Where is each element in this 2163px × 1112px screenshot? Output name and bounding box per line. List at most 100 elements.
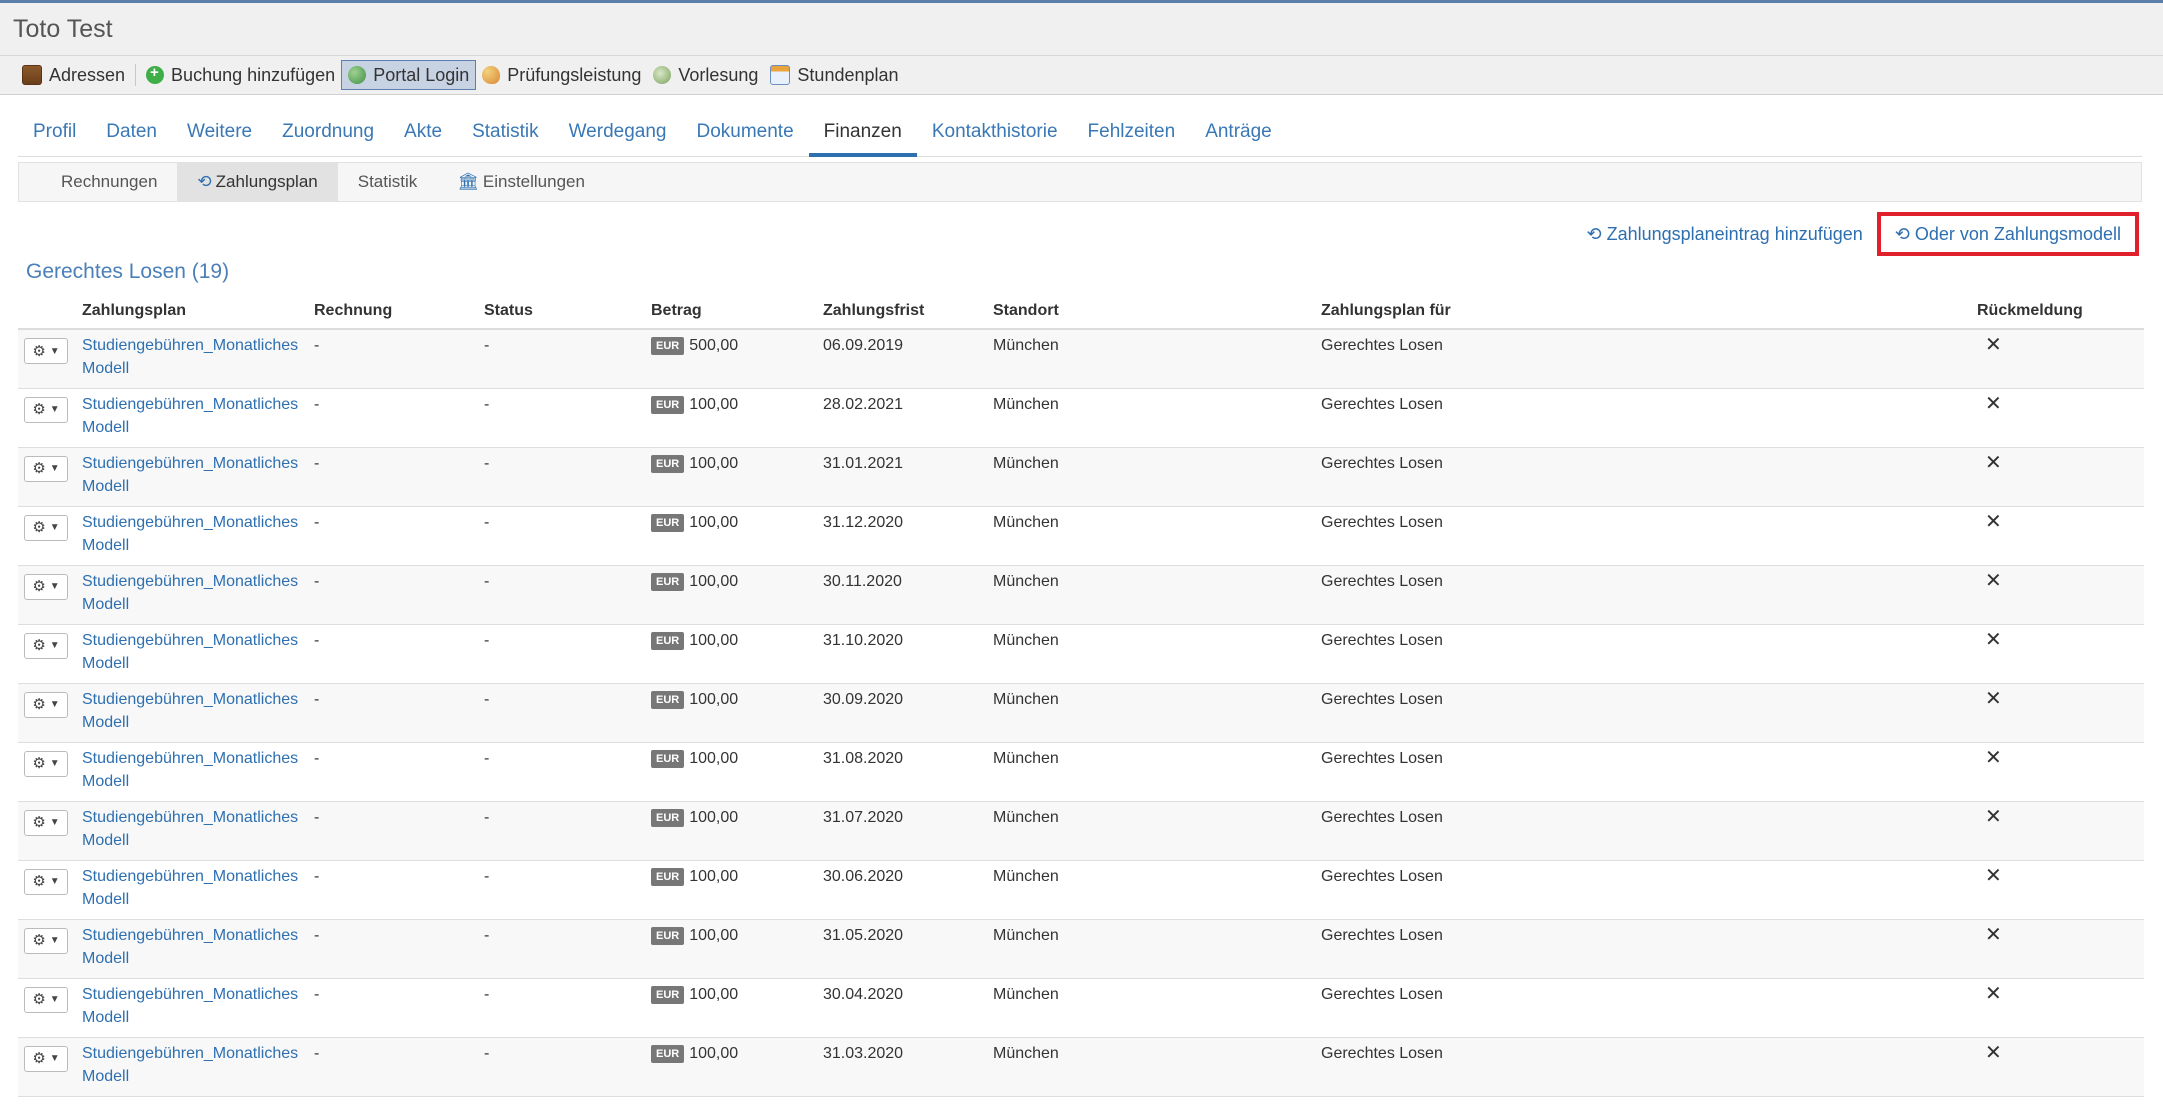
row-settings-button[interactable]: ⚙ ▼ (24, 338, 68, 364)
payment-plan-link[interactable]: Studiengebühren_Monatliches Modell (82, 455, 298, 495)
header-zahlungsfrist[interactable]: Zahlungsfrist (817, 294, 987, 330)
plan-name-line1: Studiengebühren_Monatliches (82, 867, 299, 885)
close-icon[interactable]: ✕ (1977, 334, 2002, 356)
payment-plan-link[interactable]: Studiengebühren_Monatliches Modell (82, 1045, 298, 1085)
toolbar-portal-login-button[interactable]: Portal Login (341, 60, 477, 90)
table-row: ⚙ ▼ Studiengebühren_Monatliches Modell - - EUR… (18, 683, 2144, 743)
toolbar-vorlesung-button[interactable]: Vorlesung (647, 60, 764, 90)
tab-kontakthistorie[interactable]: Kontakthistorie (917, 121, 1073, 157)
payment-plan-link[interactable]: Studiengebühren_Monatliches Modell (82, 809, 298, 849)
row-settings-button[interactable]: ⚙ ▼ (24, 455, 68, 482)
history-icon: ⟲ (1586, 223, 1602, 244)
tab-profil[interactable]: Profil (18, 121, 91, 157)
row-settings-button[interactable]: ⚙ ▼ (24, 573, 68, 600)
plan-name-line1: Studiengebühren_Monatliches (82, 926, 299, 944)
cell-zahlungsfrist: 31.08.2020 (817, 742, 987, 802)
close-icon[interactable]: ✕ (1977, 865, 2002, 887)
row-actions-cell: ⚙ ▼ (18, 447, 76, 507)
payment-plan-link[interactable]: Studiengebühren_Monatliches Modell (82, 868, 298, 908)
toolbar-add-booking-button[interactable]: Buchung hinzufügen (140, 60, 341, 90)
subtab-zahlungsplan[interactable]: ⟲ Zahlungsplan (177, 163, 338, 201)
cell-rueckmeldung: ✕ (1971, 742, 2144, 802)
header-standort[interactable]: Standort (987, 294, 1315, 330)
cell-betrag: EUR 100,00 (645, 506, 817, 566)
toolbar: Adressen Buchung hinzufügen Portal Login… (0, 56, 2163, 95)
tab-zuordnung[interactable]: Zuordnung (267, 121, 389, 157)
close-icon[interactable]: ✕ (1977, 570, 2002, 592)
close-icon[interactable]: ✕ (1977, 924, 2002, 946)
plan-name-line2: Modell (82, 890, 130, 908)
row-settings-button[interactable]: ⚙ ▼ (24, 514, 68, 541)
tab-statistik[interactable]: Statistik (457, 121, 554, 157)
cell-rueckmeldung: ✕ (1971, 801, 2144, 861)
table-row: ⚙ ▼ Studiengebühren_Monatliches Modell - - EUR… (18, 329, 2144, 389)
plan-name-line2: Modell (82, 536, 130, 554)
row-actions-cell: ⚙ ▼ (18, 683, 76, 743)
cell-betrag: EUR 100,00 (645, 801, 817, 861)
from-payment-model-link[interactable]: ⟲ Oder von Zahlungsmodell (1876, 212, 2139, 256)
row-settings-button[interactable]: ⚙ ▼ (24, 809, 68, 836)
cell-zahlungsplan-fuer: Gerechtes Losen (1315, 388, 1971, 448)
tab-finanzen[interactable]: Finanzen (808, 121, 917, 157)
payment-plan-link[interactable]: Studiengebühren_Monatliches Modell (82, 927, 298, 967)
header-status[interactable]: Status (478, 294, 645, 330)
payment-plan-link[interactable]: Studiengebühren_Monatliches Modell (82, 573, 298, 613)
subtab-einstellungen[interactable]: 🏛 Einstellungen (437, 163, 605, 201)
toolbar-stundenplan-button[interactable]: Stundenplan (764, 60, 904, 90)
subtab-statistik[interactable]: Statistik (338, 163, 438, 201)
amount-value: 100,00 (689, 867, 739, 885)
row-settings-button[interactable]: ⚙ ▼ (24, 868, 68, 895)
cell-status: - (478, 978, 645, 1038)
header-betrag[interactable]: Betrag (645, 294, 817, 330)
calendar-icon (770, 65, 791, 85)
close-icon[interactable]: ✕ (1977, 747, 2002, 769)
header-zahlungsplan[interactable]: Zahlungsplan (76, 294, 308, 330)
toolbar-pruefungsleistung-button[interactable]: Prüfungsleistung (476, 60, 647, 90)
subtab-rechnungen[interactable]: Rechnungen (19, 163, 177, 201)
row-settings-button[interactable]: ⚙ ▼ (24, 632, 68, 659)
add-payment-plan-entry-link[interactable]: ⟲ Zahlungsplaneintrag hinzufügen (1572, 212, 1876, 256)
row-settings-button[interactable]: ⚙ ▼ (24, 1045, 68, 1072)
tab-werdegang[interactable]: Werdegang (554, 121, 682, 157)
payment-plan-link[interactable]: Studiengebühren_Monatliches Modell (82, 396, 298, 436)
row-actions-cell: ⚙ ▼ (18, 388, 76, 448)
cell-betrag: EUR 100,00 (645, 742, 817, 802)
add-booking-icon (146, 64, 165, 84)
close-icon[interactable]: ✕ (1977, 629, 2002, 651)
tab-akte[interactable]: Akte (389, 121, 457, 157)
tab-antraege[interactable]: Anträge (1190, 121, 1287, 157)
toolbar-adressen-button[interactable]: Adressen (16, 60, 131, 90)
header-rueckmeldung[interactable]: Rückmeldung (1971, 294, 2144, 330)
amount-value: 100,00 (689, 985, 739, 1003)
row-settings-button[interactable]: ⚙ ▼ (24, 750, 68, 777)
gear-icon: ⚙ (32, 814, 46, 831)
tab-fehlzeiten[interactable]: Fehlzeiten (1073, 121, 1191, 157)
close-icon[interactable]: ✕ (1977, 806, 2002, 828)
currency-badge: EUR (651, 631, 685, 650)
close-icon[interactable]: ✕ (1977, 688, 2002, 710)
row-settings-button[interactable]: ⚙ ▼ (24, 986, 68, 1013)
payment-plan-link[interactable]: Studiengebühren_Monatliches Modell (82, 691, 298, 731)
tab-weitere[interactable]: Weitere (172, 121, 267, 157)
payment-plan-link[interactable]: Studiengebühren_Monatliches Modell (82, 986, 298, 1026)
cell-rueckmeldung: ✕ (1971, 506, 2144, 566)
payment-plan-link[interactable]: Studiengebühren_Monatliches Modell (82, 632, 298, 672)
close-icon[interactable]: ✕ (1977, 511, 2002, 533)
row-settings-button[interactable]: ⚙ ▼ (24, 927, 68, 954)
close-icon[interactable]: ✕ (1977, 393, 2002, 415)
header-zahlungsplan-fuer[interactable]: Zahlungsplan für (1315, 294, 1971, 330)
payment-plan-link[interactable]: Studiengebühren_Monatliches Modell (82, 337, 298, 377)
tab-dokumente[interactable]: Dokumente (681, 121, 808, 157)
cell-rechnung: - (308, 978, 478, 1038)
cell-zahlungsfrist: 31.10.2020 (817, 624, 987, 684)
tab-daten[interactable]: Daten (91, 121, 172, 157)
row-settings-button[interactable]: ⚙ ▼ (24, 396, 68, 423)
payment-plan-link[interactable]: Studiengebühren_Monatliches Modell (82, 750, 298, 790)
header-rechnung[interactable]: Rechnung (308, 294, 478, 330)
currency-badge: EUR (651, 1044, 685, 1063)
payment-plan-link[interactable]: Studiengebühren_Monatliches Modell (82, 514, 298, 554)
close-icon[interactable]: ✕ (1977, 983, 2002, 1005)
close-icon[interactable]: ✕ (1977, 1042, 2002, 1064)
close-icon[interactable]: ✕ (1977, 452, 2002, 474)
row-settings-button[interactable]: ⚙ ▼ (24, 691, 68, 718)
